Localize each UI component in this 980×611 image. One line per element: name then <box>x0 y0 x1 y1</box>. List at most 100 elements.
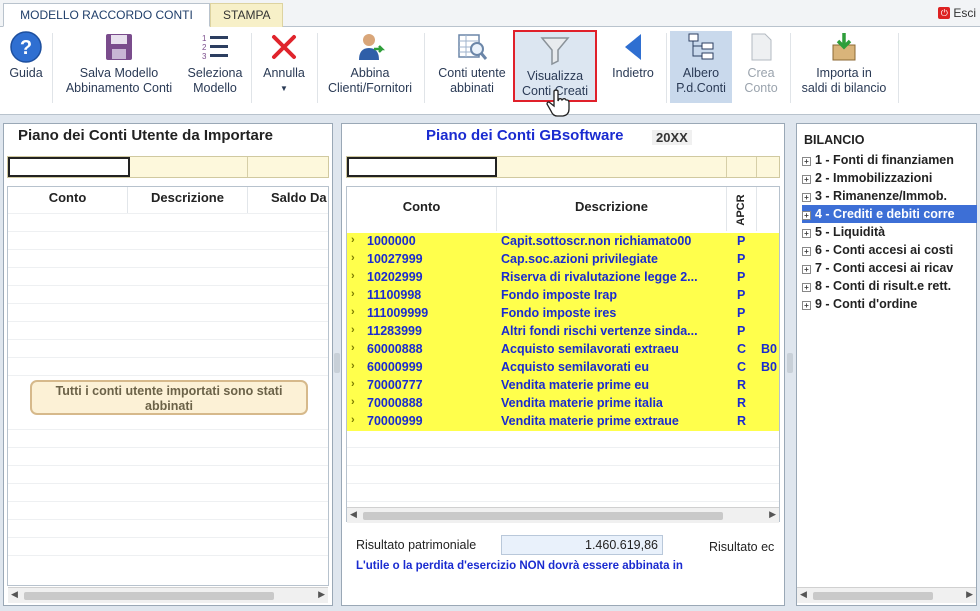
tree-node[interactable]: +2 - Immobilizzazioni <box>802 169 977 187</box>
expand-plus-icon[interactable]: + <box>802 229 811 238</box>
tree-node-label: 8 - Conti di risult.e rett. <box>815 279 952 293</box>
scroll-left-icon[interactable]: ◀ <box>350 509 357 520</box>
tree-node[interactable]: +1 - Fonti di finanziamen <box>802 151 977 169</box>
indietro-button[interactable]: Indietro <box>602 31 664 103</box>
row-expand-icon[interactable]: › <box>351 378 355 390</box>
expand-plus-icon[interactable]: + <box>802 301 811 310</box>
row-expand-icon[interactable]: › <box>351 324 355 336</box>
right-splitter[interactable] <box>787 123 793 606</box>
table-row[interactable]: › 60000888 Acquisto semilavorati extraeu C B… <box>347 341 779 359</box>
tab-modello-raccordo-conti[interactable]: MODELLO RACCORDO CONTI <box>3 3 210 27</box>
filter-gb-apcr-input[interactable] <box>727 157 757 177</box>
col-header-conto[interactable]: Conto <box>8 187 128 213</box>
row-descrizione: Vendita materie prime extraue <box>501 414 679 428</box>
tree-node[interactable]: +6 - Conti accesi ai costi <box>802 241 977 259</box>
row-expand-icon[interactable]: › <box>351 288 355 300</box>
svg-text:3: 3 <box>202 52 207 61</box>
row-conto: 111009999 <box>367 306 429 320</box>
left-horizontal-scrollbar[interactable]: ◀ ▶ <box>8 587 328 603</box>
left-splitter[interactable] <box>334 123 340 606</box>
middle-horizontal-scrollbar[interactable]: ◀ ▶ <box>347 507 779 523</box>
row-apcr: P <box>737 234 746 248</box>
abbina-clienti-button[interactable]: Abbina Clienti/Fornitori <box>320 31 420 103</box>
row-apcr: R <box>737 414 747 428</box>
row-descrizione: Vendita materie prime eu <box>501 378 649 392</box>
bilancio-title: BILANCIO <box>804 133 865 147</box>
row-apcr: P <box>737 270 746 284</box>
filter-descrizione-input[interactable] <box>130 157 248 177</box>
table-row[interactable]: › 111009999 Fondo imposte ires P <box>347 305 779 323</box>
expand-plus-icon[interactable]: + <box>802 211 811 220</box>
expand-plus-icon[interactable]: + <box>802 193 811 202</box>
col-header-gb-descrizione[interactable]: Descrizione <box>497 187 727 231</box>
tab-stampa[interactable]: STAMPA <box>210 3 283 27</box>
row-expand-icon[interactable]: › <box>351 252 355 264</box>
table-row[interactable]: › 1000000 Capit.sottoscr.non richiamato00 P <box>347 233 779 251</box>
table-row[interactable]: › 70000999 Vendita materie prime extraue R <box>347 413 779 431</box>
expand-plus-icon[interactable]: + <box>802 247 811 256</box>
seleziona-modello-button[interactable]: 123 Seleziona Modello <box>183 31 247 103</box>
left-grid-header: Conto Descrizione Saldo Da <box>8 187 328 213</box>
col-header-apcr[interactable]: APCR <box>727 187 757 231</box>
table-row[interactable]: › 70000888 Vendita materie prime italia R <box>347 395 779 413</box>
table-row[interactable]: › 10202999 Riserva di rivalutazione legge … <box>347 269 779 287</box>
scroll-thumb[interactable] <box>24 592 274 600</box>
scroll-right-icon[interactable]: ▶ <box>318 589 325 600</box>
tree-node-label: 7 - Conti accesi ai ricav <box>815 261 954 275</box>
scroll-right-icon[interactable]: ▶ <box>769 509 776 520</box>
tree-node[interactable]: +7 - Conti accesi ai ricav <box>802 259 977 277</box>
crea-conto-button[interactable]: Crea Conto <box>736 31 786 103</box>
scroll-left-icon[interactable]: ◀ <box>800 589 807 600</box>
tree-node[interactable]: +8 - Conti di risult.e rett. <box>802 277 977 295</box>
col-header-descrizione[interactable]: Descrizione <box>128 187 248 213</box>
tree-node-label: 5 - Liquidità <box>815 225 886 239</box>
expand-plus-icon[interactable]: + <box>802 265 811 274</box>
filter-gb-descrizione-input[interactable] <box>497 157 727 177</box>
scroll-left-icon[interactable]: ◀ <box>11 589 18 600</box>
row-conto: 60000888 <box>367 342 423 356</box>
row-conto: 11100998 <box>367 288 422 302</box>
tree-node-label: 3 - Rimanenze/Immob. <box>815 189 947 203</box>
filter-gb-conto-input[interactable] <box>347 157 497 177</box>
tree-node[interactable]: +5 - Liquidità <box>802 223 977 241</box>
row-expand-icon[interactable]: › <box>351 342 355 354</box>
expand-plus-icon[interactable]: + <box>802 157 811 166</box>
tree-node[interactable]: +3 - Rimanenze/Immob. <box>802 187 977 205</box>
conti-utente-abbinati-button[interactable]: Conti utente abbinati <box>430 31 514 103</box>
albero-pdconti-button[interactable]: Albero P.d.Conti <box>670 31 732 103</box>
table-row[interactable]: › 11100998 Fondo imposte Irap P <box>347 287 779 305</box>
table-row[interactable]: › 70000777 Vendita materie prime eu R <box>347 377 779 395</box>
filter-saldo-input[interactable] <box>248 157 330 177</box>
exit-button[interactable]: ⏻ Esci <box>938 6 976 20</box>
tree-node[interactable]: +4 - Crediti e debiti corre <box>802 205 977 223</box>
row-apcr: R <box>737 396 747 410</box>
scroll-thumb[interactable] <box>363 512 723 520</box>
row-expand-icon[interactable]: › <box>351 414 355 426</box>
seleziona-label-1: Seleziona <box>187 66 243 80</box>
col-header-gb-conto[interactable]: Conto <box>347 187 497 231</box>
expand-plus-icon[interactable]: + <box>802 283 811 292</box>
row-expand-icon[interactable]: › <box>351 360 355 372</box>
table-row[interactable]: › 60000999 Acquisto semilavorati eu C B0 <box>347 359 779 377</box>
scroll-thumb[interactable] <box>813 592 933 600</box>
table-row[interactable]: › 10027999 Cap.soc.azioni privilegiate P <box>347 251 779 269</box>
col-header-saldo[interactable]: Saldo Da <box>248 187 328 213</box>
middle-panel-title: Piano dei Conti GBsoftware <box>426 127 624 144</box>
importa-label-2: saldi di bilancio <box>801 81 887 95</box>
importa-saldi-button[interactable]: Importa in saldi di bilancio <box>794 31 894 103</box>
salva-modello-button[interactable]: Salva Modello Abbinamento Conti <box>56 31 182 103</box>
scroll-right-icon[interactable]: ▶ <box>966 589 973 600</box>
filter-conto-input[interactable] <box>8 157 130 177</box>
row-expand-icon[interactable]: › <box>351 234 355 246</box>
row-expand-icon[interactable]: › <box>351 270 355 282</box>
table-row[interactable]: › 11283999 Altri fondi rischi vertenze sin… <box>347 323 779 341</box>
row-expand-icon[interactable]: › <box>351 396 355 408</box>
svg-text:2: 2 <box>202 43 207 52</box>
tree-node[interactable]: +9 - Conti d'ordine <box>802 295 977 313</box>
row-expand-icon[interactable]: › <box>351 306 355 318</box>
guida-button[interactable]: ? Guida <box>4 31 48 103</box>
right-horizontal-scrollbar[interactable]: ◀ ▶ <box>797 587 976 603</box>
row-apcr: C <box>737 342 747 356</box>
annulla-button[interactable]: Annulla ▼ <box>256 31 312 103</box>
expand-plus-icon[interactable]: + <box>802 175 811 184</box>
